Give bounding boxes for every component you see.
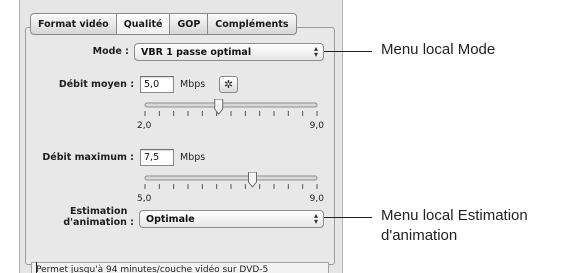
debit-maximum-slider-track — [144, 172, 318, 189]
gear-icon: ✲ — [223, 78, 234, 91]
tab-qualite[interactable]: Qualité — [116, 13, 171, 35]
callout-estimation-line1: Menu local Estimation — [381, 207, 528, 224]
mode-popup-value: VBR 1 passe optimal — [141, 46, 252, 58]
debit-moyen-slider-max: 9,0 — [309, 121, 324, 131]
up-down-arrows-icon: ▴ ▾ — [313, 44, 318, 59]
callout-line-estimation — [324, 217, 372, 218]
debit-maximum-slider-min: 5,0 — [137, 194, 152, 204]
debit-moyen-slider-min: 2,0 — [137, 121, 152, 131]
status-text: Permet jusqu'à 94 minutes/couche vidéo s… — [31, 262, 329, 273]
debit-moyen-slider[interactable]: 2,0 9,0 — [137, 99, 324, 133]
callout-estimation: Menu local Estimation d'animation — [381, 206, 528, 246]
estimation-popup[interactable]: Optimale ▴ ▾ — [139, 210, 324, 228]
callout-estimation-line2: d'animation — [381, 227, 458, 244]
slider-knob[interactable] — [214, 99, 224, 115]
estimation-popup-value: Optimale — [146, 213, 195, 225]
debit-maximum-slider-max: 9,0 — [309, 194, 324, 204]
tab-complements[interactable]: Compléments — [208, 13, 297, 35]
debit-maximum-unit: Mbps — [180, 152, 206, 163]
tab-format-video[interactable]: Format vidéo — [30, 13, 117, 35]
slider-track — [144, 102, 318, 108]
debit-moyen-slider-track — [144, 99, 318, 116]
tab-gop[interactable]: GOP — [170, 13, 209, 35]
estimation-label-line1: Estimation — [70, 206, 128, 217]
callout-line-status — [36, 262, 37, 273]
debit-moyen-unit: Mbps — [180, 79, 206, 90]
tab-bar: Format vidéo Qualité GOP Compléments — [30, 13, 297, 35]
tab-content-pane — [25, 27, 335, 265]
estimation-label-line2: d'animation : — [63, 217, 134, 228]
callout-mode: Menu local Mode — [381, 41, 496, 58]
mode-popup[interactable]: VBR 1 passe optimal ▴ ▾ — [134, 43, 324, 61]
slider-track — [144, 175, 318, 181]
debit-moyen-label: Débit moyen : — [58, 79, 134, 90]
callout-line-mode — [324, 51, 372, 52]
debit-maximum-slider[interactable]: 5,0 9,0 — [137, 172, 324, 206]
up-down-arrows-icon: ▴ ▾ — [313, 211, 318, 226]
estimation-label: Estimation d'animation : — [63, 206, 134, 228]
slider-knob[interactable] — [248, 172, 257, 188]
debit-moyen-field[interactable]: 5,0 — [140, 76, 174, 93]
debit-maximum-field[interactable]: 7,5 — [140, 149, 174, 166]
debit-maximum-label: Débit maximum : — [42, 152, 134, 163]
gear-button[interactable]: ✲ — [219, 76, 238, 93]
mode-label: Mode : — [92, 46, 129, 57]
